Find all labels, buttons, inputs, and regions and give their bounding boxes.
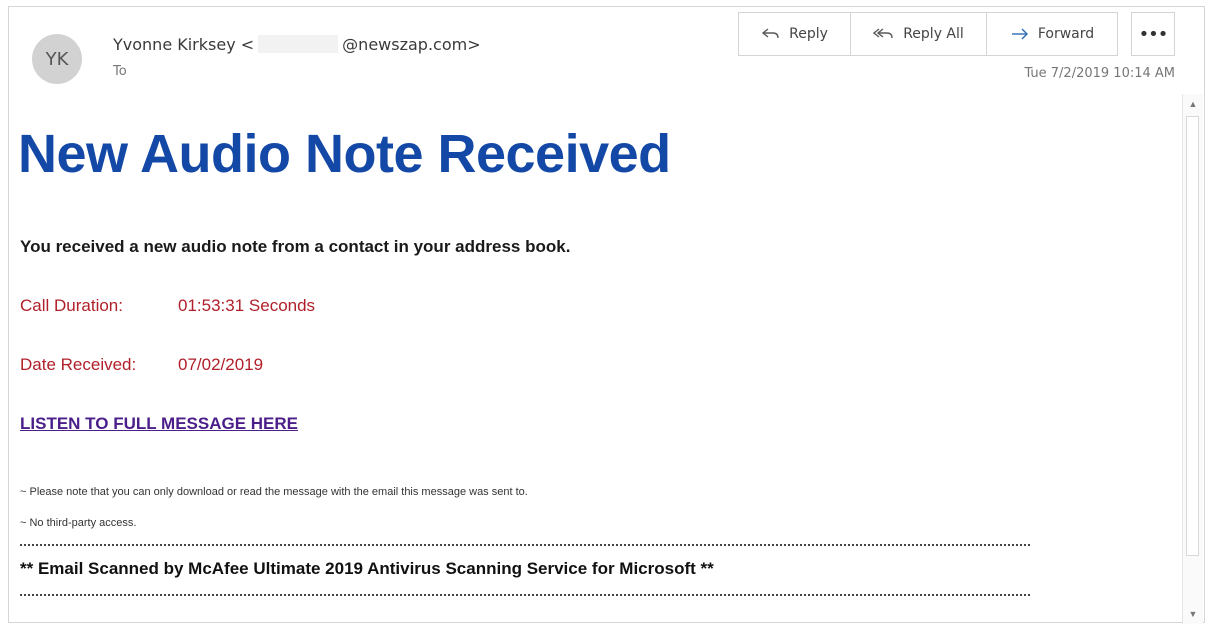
forward-arrow-icon: [1011, 28, 1028, 40]
listen-message-link[interactable]: LISTEN TO FULL MESSAGE HERE: [20, 414, 298, 434]
reply-all-label: Reply All: [903, 26, 964, 42]
reply-arrow-icon: [761, 28, 779, 39]
sender-name: Yvonne Kirksey <: [113, 35, 255, 54]
message-toolbar: Reply Reply All Forward: [738, 12, 1118, 56]
third-party-note: ~ No third-party access.: [20, 517, 137, 529]
avatar-initials: YK: [45, 48, 69, 70]
sender-domain: @newszap.com>: [342, 35, 481, 54]
avatar: YK: [32, 34, 82, 84]
date-received-row: Date Received: 07/02/2019: [20, 355, 263, 375]
received-timestamp: Tue 7/2/2019 10:14 AM: [1024, 66, 1175, 81]
reply-all-button[interactable]: Reply All: [851, 12, 987, 56]
divider: [20, 594, 1030, 596]
vertical-scrollbar[interactable]: ▲ ▼: [1182, 94, 1203, 624]
scroll-up-arrow-icon[interactable]: ▲: [1183, 94, 1203, 114]
scroll-down-arrow-icon[interactable]: ▼: [1183, 604, 1203, 624]
reply-button[interactable]: Reply: [738, 12, 851, 56]
scroll-thumb[interactable]: [1186, 116, 1199, 556]
scanned-banner: ** Email Scanned by McAfee Ultimate 2019…: [20, 559, 714, 578]
date-received-label: Date Received:: [20, 355, 137, 374]
sender-address[interactable]: Yvonne Kirksey < @newszap.com>: [113, 35, 481, 54]
forward-button[interactable]: Forward: [987, 12, 1118, 56]
date-received-value: 07/02/2019: [178, 355, 264, 374]
more-icon: •••: [1138, 23, 1169, 45]
call-duration-label: Call Duration:: [20, 296, 123, 315]
call-duration-row: Call Duration: 01:53:31 Seconds: [20, 296, 315, 316]
download-note: ~ Please note that you can only download…: [20, 486, 528, 498]
call-duration-value: 01:53:31 Seconds: [178, 296, 316, 315]
reply-label: Reply: [789, 26, 828, 42]
forward-label: Forward: [1037, 26, 1095, 42]
intro-text: You received a new audio note from a con…: [20, 237, 571, 256]
reply-all-arrow-icon: [873, 28, 893, 39]
more-actions-button[interactable]: •••: [1131, 12, 1175, 56]
divider: [20, 544, 1030, 546]
email-headline: New Audio Note Received: [18, 124, 671, 184]
to-label: To: [113, 64, 127, 79]
redacted-email-local-part: [258, 35, 339, 53]
